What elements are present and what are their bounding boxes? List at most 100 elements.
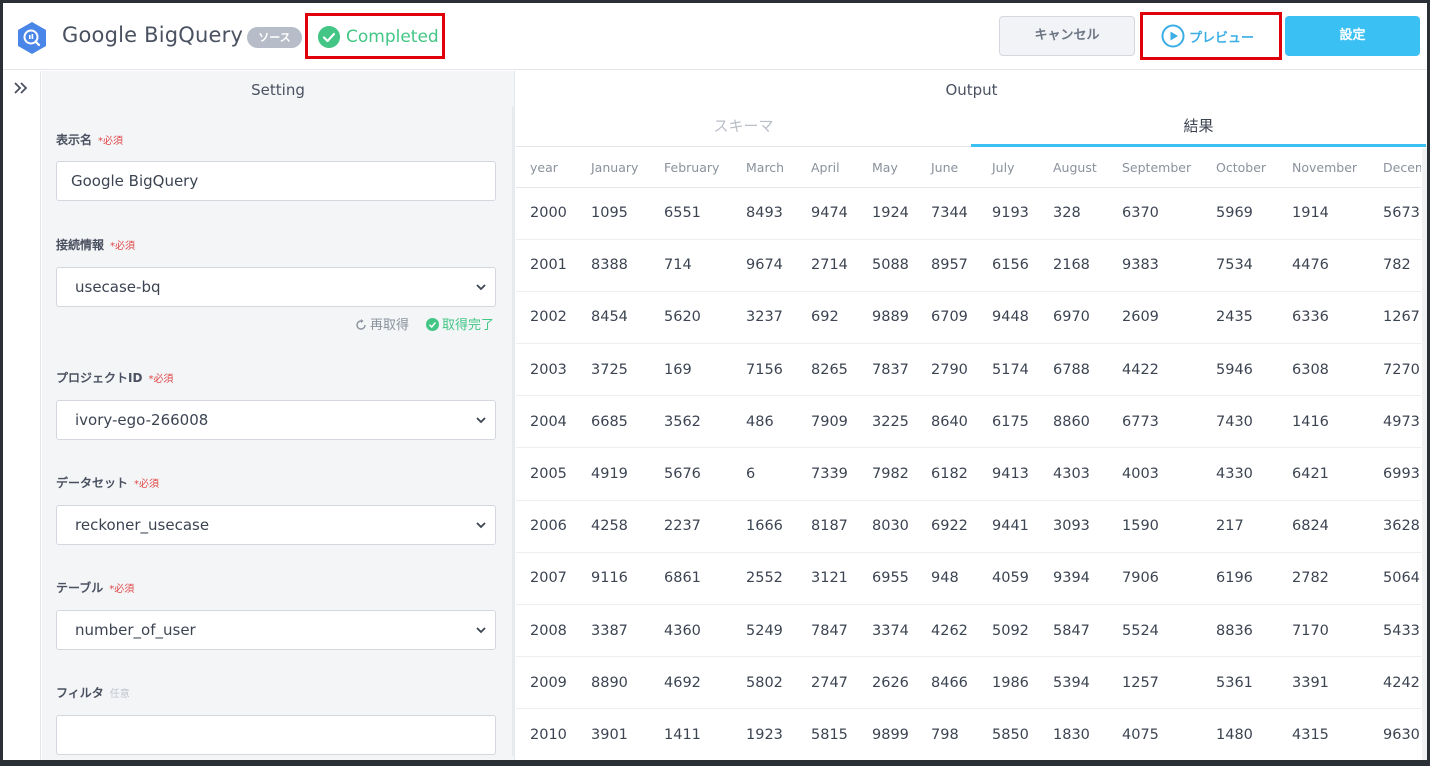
- display-name-label-text: 表示名: [56, 133, 93, 147]
- table-cell: 8466: [917, 656, 978, 710]
- table-cell: 2782: [1278, 552, 1369, 606]
- column-header[interactable]: year: [516, 148, 577, 188]
- table-cell: 5815: [797, 708, 858, 760]
- tab-schema[interactable]: スキーマ: [516, 109, 971, 147]
- table-cell: 6308: [1278, 343, 1369, 397]
- column-header[interactable]: June: [917, 148, 978, 188]
- settings-button[interactable]: 設定: [1285, 16, 1420, 56]
- table-cell: 5802: [732, 656, 797, 710]
- table-row: 2009 8890 4692 5802 2747 2626 8466 1986 5394 1257…: [516, 656, 1421, 710]
- refetch-link[interactable]: 再取得: [355, 314, 409, 333]
- table-cell: 3374: [858, 604, 917, 658]
- table-cell: 1411: [650, 708, 732, 760]
- column-header[interactable]: August: [1039, 148, 1108, 188]
- check-circle-icon: [426, 318, 439, 331]
- table-cell: 692: [797, 291, 858, 345]
- filter-label-text: フィルタ: [56, 686, 104, 700]
- table-cell: 9441: [978, 500, 1039, 553]
- table-cell: 6: [732, 447, 797, 501]
- table-cell: 5676: [650, 447, 732, 501]
- table-cell: 7982: [858, 447, 917, 501]
- table-cell: 9630: [1369, 708, 1421, 760]
- source-badge: ソース: [247, 27, 302, 48]
- table-cell: 217: [1202, 500, 1278, 553]
- table-cell: 2008: [516, 604, 577, 658]
- table-cell: 1590: [1108, 500, 1202, 553]
- table-cell: 9394: [1039, 552, 1108, 606]
- table-cell: 6182: [917, 447, 978, 501]
- column-header[interactable]: April: [797, 148, 858, 188]
- table-cell: 4059: [978, 552, 1039, 606]
- column-header[interactable]: May: [858, 148, 917, 188]
- table-cell: 5064: [1369, 552, 1421, 606]
- table-cell: 1416: [1278, 395, 1369, 449]
- table-cell: 4075: [1108, 708, 1202, 760]
- settings-scrollbar[interactable]: [512, 106, 515, 756]
- filter-label: フィルタ 任意: [56, 684, 130, 701]
- check-circle-icon: [318, 26, 340, 48]
- table-label-text: テーブル: [56, 581, 104, 595]
- table-cell: 5969: [1202, 187, 1278, 240]
- table-cell: 4315: [1278, 708, 1369, 760]
- table-cell: 4242: [1369, 656, 1421, 710]
- table-cell: 8493: [732, 187, 797, 240]
- table-value: number_of_user: [75, 621, 196, 639]
- table-cell: 8265: [797, 343, 858, 397]
- table-cell: 2001: [516, 239, 577, 292]
- column-header[interactable]: January: [577, 148, 650, 188]
- filter-input[interactable]: [56, 715, 496, 755]
- fetched-label: 取得完了: [442, 318, 495, 333]
- table-cell: 3387: [577, 604, 650, 658]
- table-cell: 3725: [577, 343, 650, 397]
- column-header[interactable]: July: [978, 148, 1039, 188]
- preview-button[interactable]: プレビュー: [1151, 21, 1271, 51]
- table-cell: 2552: [732, 552, 797, 606]
- connection-select[interactable]: usecase-bq: [56, 267, 496, 307]
- table-cell: 6970: [1039, 291, 1108, 345]
- connection-label: 接続情報 *必須: [56, 236, 135, 253]
- table-cell: 2002: [516, 291, 577, 345]
- table-select[interactable]: number_of_user: [56, 610, 496, 650]
- tab-results[interactable]: 結果: [971, 109, 1426, 147]
- dataset-label-text: データセット: [56, 476, 129, 490]
- table-cell: 169: [650, 343, 732, 397]
- double-chevron-right-icon[interactable]: [12, 79, 30, 97]
- dataset-select[interactable]: reckoner_usecase: [56, 505, 496, 545]
- column-header[interactable]: September: [1108, 148, 1202, 188]
- status-text: Completed: [346, 27, 439, 47]
- column-header[interactable]: March: [732, 148, 797, 188]
- table-cell: 2007: [516, 552, 577, 606]
- bigquery-logo-icon: [18, 22, 46, 54]
- table-cell: 9116: [577, 552, 650, 606]
- table-cell: 4262: [917, 604, 978, 658]
- cancel-button[interactable]: キャンセル: [999, 16, 1135, 56]
- table-cell: 1666: [732, 500, 797, 553]
- table-cell: 8030: [858, 500, 917, 553]
- required-mark: *必須: [109, 584, 135, 595]
- required-mark: *必須: [110, 241, 136, 252]
- refresh-icon: [356, 319, 366, 330]
- table-cell: 5847: [1039, 604, 1108, 658]
- column-header[interactable]: October: [1202, 148, 1278, 188]
- table-cell: 7430: [1202, 395, 1278, 449]
- table-cell: 2168: [1039, 239, 1108, 292]
- output-scrollbar[interactable]: [1422, 148, 1427, 760]
- column-header[interactable]: February: [650, 148, 732, 188]
- table-cell: 3901: [577, 708, 650, 760]
- table-cell: 3237: [732, 291, 797, 345]
- display-name-input[interactable]: Google BigQuery: [56, 161, 496, 201]
- project-id-select[interactable]: ivory-ego-266008: [56, 400, 496, 440]
- table-cell: 5620: [650, 291, 732, 345]
- table-cell: 9383: [1108, 239, 1202, 292]
- table-cell: 7909: [797, 395, 858, 449]
- connection-label-text: 接続情報: [56, 238, 105, 252]
- table-row: 2008 3387 4360 5249 7847 3374 4262 5092 5847 5524…: [516, 604, 1421, 658]
- column-header[interactable]: December: [1369, 148, 1421, 188]
- column-header[interactable]: November: [1278, 148, 1369, 188]
- table-cell: 9889: [858, 291, 917, 345]
- table-cell: 8836: [1202, 604, 1278, 658]
- table-cell: 1257: [1108, 656, 1202, 710]
- table-cell: 6773: [1108, 395, 1202, 449]
- table-cell: 7344: [917, 187, 978, 240]
- table-cell: 7847: [797, 604, 858, 658]
